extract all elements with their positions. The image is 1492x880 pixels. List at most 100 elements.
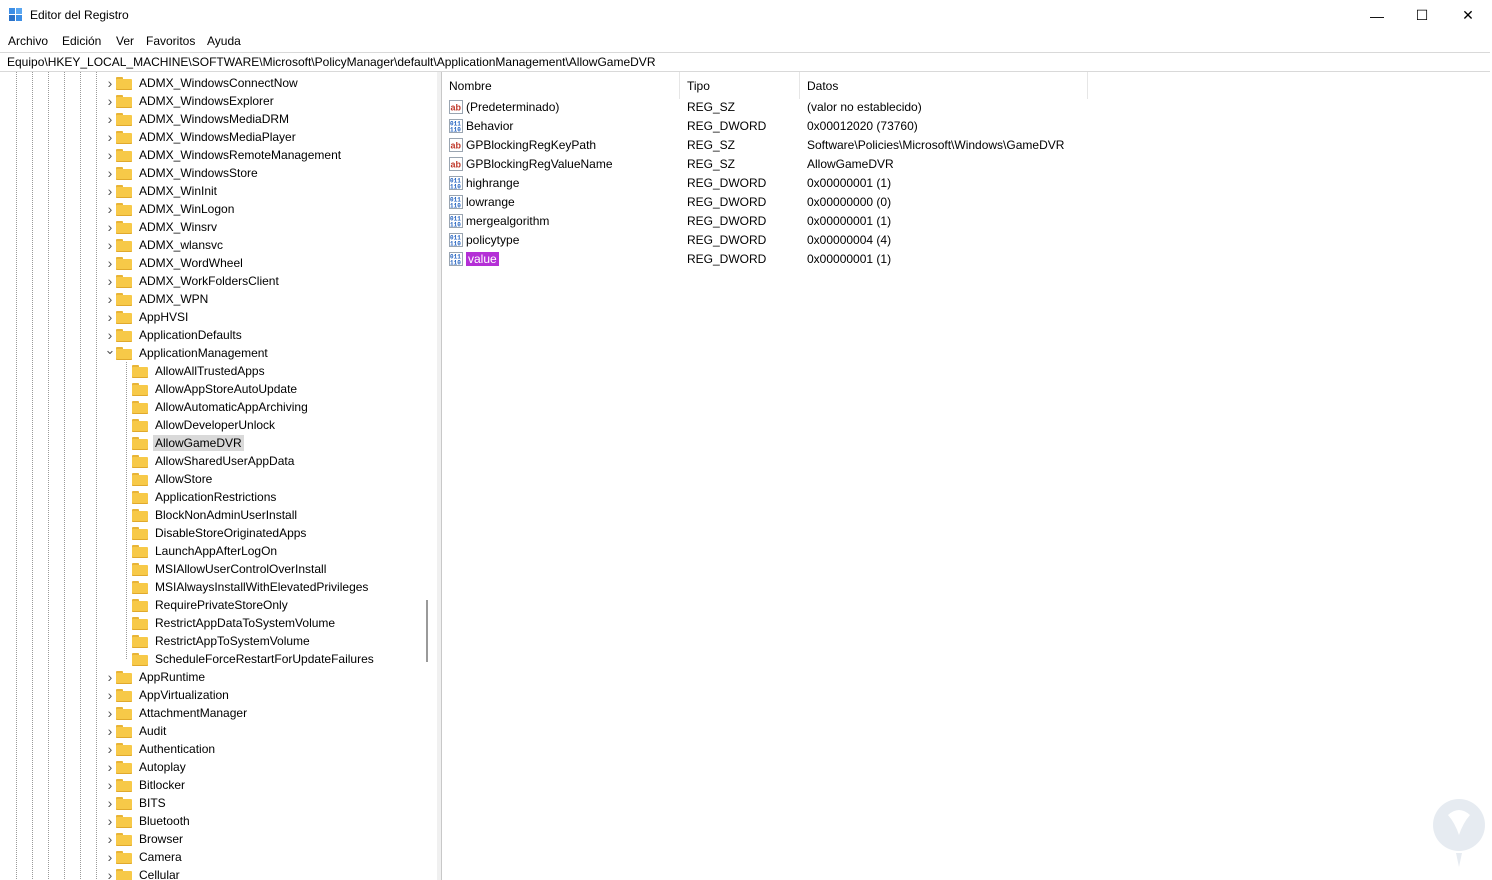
chevron-right-icon[interactable]: › (104, 830, 116, 848)
tree-item[interactable]: BlockNonAdminUserInstall (120, 506, 299, 524)
tree-item[interactable]: › Audit (104, 722, 168, 740)
tree-item[interactable]: › ADMX_wlansvc (104, 236, 225, 254)
column-header-nombre[interactable]: Nombre (442, 72, 680, 99)
chevron-right-icon[interactable]: › (104, 704, 116, 722)
chevron-right-icon[interactable]: › (104, 272, 116, 290)
tree-item[interactable]: DisableStoreOriginatedApps (120, 524, 308, 542)
chevron-right-icon[interactable]: › (104, 254, 116, 272)
tree-scrollbar-thumb[interactable] (426, 600, 428, 662)
value-row[interactable]: 011 110 value REG_DWORD 0x00000001 (1) (442, 250, 1492, 269)
value-row[interactable]: ab GPBlockingRegValueName REG_SZ AllowGameD… (442, 155, 1492, 174)
tree-item[interactable]: LaunchAppAfterLogOn (120, 542, 279, 560)
chevron-right-icon[interactable]: › (104, 146, 116, 164)
chevron-right-icon[interactable]: › (104, 776, 116, 794)
value-row[interactable]: ab (Predeterminado) REG_SZ (valor no establ… (442, 98, 1492, 117)
chevron-right-icon[interactable]: › (104, 218, 116, 236)
maximize-button[interactable]: ☐ (1399, 0, 1445, 31)
tree-item[interactable]: › BITS (104, 794, 168, 812)
close-button[interactable]: ✕ (1445, 0, 1491, 31)
chevron-right-icon[interactable]: › (104, 794, 116, 812)
chevron-right-icon[interactable]: › (104, 164, 116, 182)
tree-item[interactable]: ScheduleForceRestartForUpdateFailures (120, 650, 376, 668)
chevron-right-icon[interactable]: › (104, 308, 116, 326)
value-row[interactable]: 011 110 lowrange REG_DWORD 0x00000000 (0) (442, 193, 1492, 212)
tree-item[interactable]: › ADMX_WindowsRemoteManagement (104, 146, 343, 164)
menu-archivo[interactable]: Archivo (8, 34, 48, 48)
value-row[interactable]: 011 110 mergealgorithm REG_DWORD 0x00000001 … (442, 212, 1492, 231)
tree-item[interactable]: › Bitlocker (104, 776, 187, 794)
tree-item[interactable]: › ADMX_WinInit (104, 182, 219, 200)
tree-item[interactable]: RestrictAppToSystemVolume (120, 632, 312, 650)
chevron-down-icon[interactable]: ⌄ (104, 341, 116, 359)
tree-item[interactable]: RestrictAppDataToSystemVolume (120, 614, 337, 632)
tree-item[interactable]: MSIAlwaysInstallWithElevatedPrivileges (120, 578, 370, 596)
value-row[interactable]: 011 110 policytype REG_DWORD 0x00000004 (4) (442, 231, 1492, 250)
chevron-right-icon[interactable]: › (104, 758, 116, 776)
tree-item[interactable]: › ADMX_WorkFoldersClient (104, 272, 281, 290)
tree-item[interactable]: ⌄ ApplicationManagement (104, 341, 270, 362)
tree-item-label: ADMX_WindowsConnectNow (139, 76, 298, 90)
chevron-right-icon[interactable]: › (104, 686, 116, 704)
tree-item-label: Audit (139, 724, 167, 738)
value-row[interactable]: 011 110 Behavior REG_DWORD 0x00012020 (73760… (442, 117, 1492, 136)
tree-item[interactable]: › Cellular (104, 866, 182, 880)
chevron-right-icon[interactable]: › (104, 290, 116, 308)
address-bar[interactable]: Equipo\HKEY_LOCAL_MACHINE\SOFTWARE\Micro… (0, 52, 1490, 72)
menu-edicion[interactable]: Edición (62, 34, 101, 48)
chevron-right-icon[interactable]: › (104, 848, 116, 866)
tree-item[interactable]: › ADMX_WinLogon (104, 200, 236, 218)
tree-item[interactable]: › AppHVSI (104, 308, 190, 326)
registry-key-tree[interactable]: › ADMX_WindowsConnectNow › ADMX_WindowsExpl… (0, 72, 438, 880)
tree-item[interactable]: › Browser (104, 830, 185, 848)
tree-item[interactable]: › ADMX_WordWheel (104, 254, 245, 272)
value-name[interactable]: value (466, 252, 499, 266)
tree-item[interactable]: › ADMX_WPN (104, 290, 210, 308)
chevron-right-icon[interactable]: › (104, 92, 116, 110)
menu-ayuda[interactable]: Ayuda (207, 34, 241, 48)
value-row[interactable]: ab GPBlockingRegKeyPath REG_SZ Software\Pol… (442, 136, 1492, 155)
tree-connector (120, 578, 132, 596)
column-header-tipo[interactable]: Tipo (680, 72, 800, 99)
tree-item[interactable]: AllowAutomaticAppArchiving (120, 398, 310, 416)
tree-item[interactable]: MSIAllowUserControlOverInstall (120, 560, 328, 578)
chevron-right-icon[interactable]: › (104, 182, 116, 200)
tree-item[interactable]: ApplicationRestrictions (120, 488, 278, 506)
tree-item[interactable]: › ADMX_WindowsConnectNow (104, 74, 300, 92)
chevron-right-icon[interactable]: › (104, 740, 116, 758)
tree-item[interactable]: AllowAllTrustedApps (120, 362, 267, 380)
tree-item[interactable]: › Camera (104, 848, 184, 866)
minimize-button[interactable]: — (1354, 0, 1400, 31)
tree-item[interactable]: AllowDeveloperUnlock (120, 416, 277, 434)
tree-item[interactable]: › ADMX_WindowsMediaDRM (104, 110, 291, 128)
tree-item[interactable]: › AttachmentManager (104, 704, 249, 722)
tree-item[interactable]: › Authentication (104, 740, 217, 758)
tree-item[interactable]: AllowStore (120, 470, 214, 488)
tree-item[interactable]: › ADMX_WindowsExplorer (104, 92, 276, 110)
value-row[interactable]: 011 110 highrange REG_DWORD 0x00000001 (1) (442, 174, 1492, 193)
tree-item[interactable]: › AppVirtualization (104, 686, 231, 704)
tree-item[interactable]: AllowGameDVR (120, 434, 244, 452)
chevron-right-icon[interactable]: › (104, 200, 116, 218)
chevron-right-icon[interactable]: › (104, 110, 116, 128)
chevron-right-icon[interactable]: › (104, 866, 116, 880)
registry-values-list[interactable]: Nombre Tipo Datos ab (Predeterminado) REG_… (441, 72, 1492, 880)
column-header-datos[interactable]: Datos (800, 72, 1088, 99)
tree-item[interactable]: › ApplicationDefaults (104, 326, 244, 344)
chevron-right-icon[interactable]: › (104, 128, 116, 146)
tree-item[interactable]: › AppRuntime (104, 668, 207, 686)
tree-item[interactable]: › ADMX_WindowsMediaPlayer (104, 128, 298, 146)
tree-item[interactable]: RequirePrivateStoreOnly (120, 596, 290, 614)
menu-favoritos[interactable]: Favoritos (146, 34, 195, 48)
tree-item[interactable]: AllowSharedUserAppData (120, 452, 296, 470)
chevron-right-icon[interactable]: › (104, 74, 116, 92)
tree-item[interactable]: › ADMX_Winsrv (104, 218, 219, 236)
menu-ver[interactable]: Ver (116, 34, 134, 48)
tree-item[interactable]: › Bluetooth (104, 812, 192, 830)
tree-item[interactable]: AllowAppStoreAutoUpdate (120, 380, 299, 398)
tree-item[interactable]: › ADMX_WindowsStore (104, 164, 260, 182)
chevron-right-icon[interactable]: › (104, 668, 116, 686)
chevron-right-icon[interactable]: › (104, 236, 116, 254)
chevron-right-icon[interactable]: › (104, 812, 116, 830)
tree-item[interactable]: › Autoplay (104, 758, 188, 776)
chevron-right-icon[interactable]: › (104, 722, 116, 740)
